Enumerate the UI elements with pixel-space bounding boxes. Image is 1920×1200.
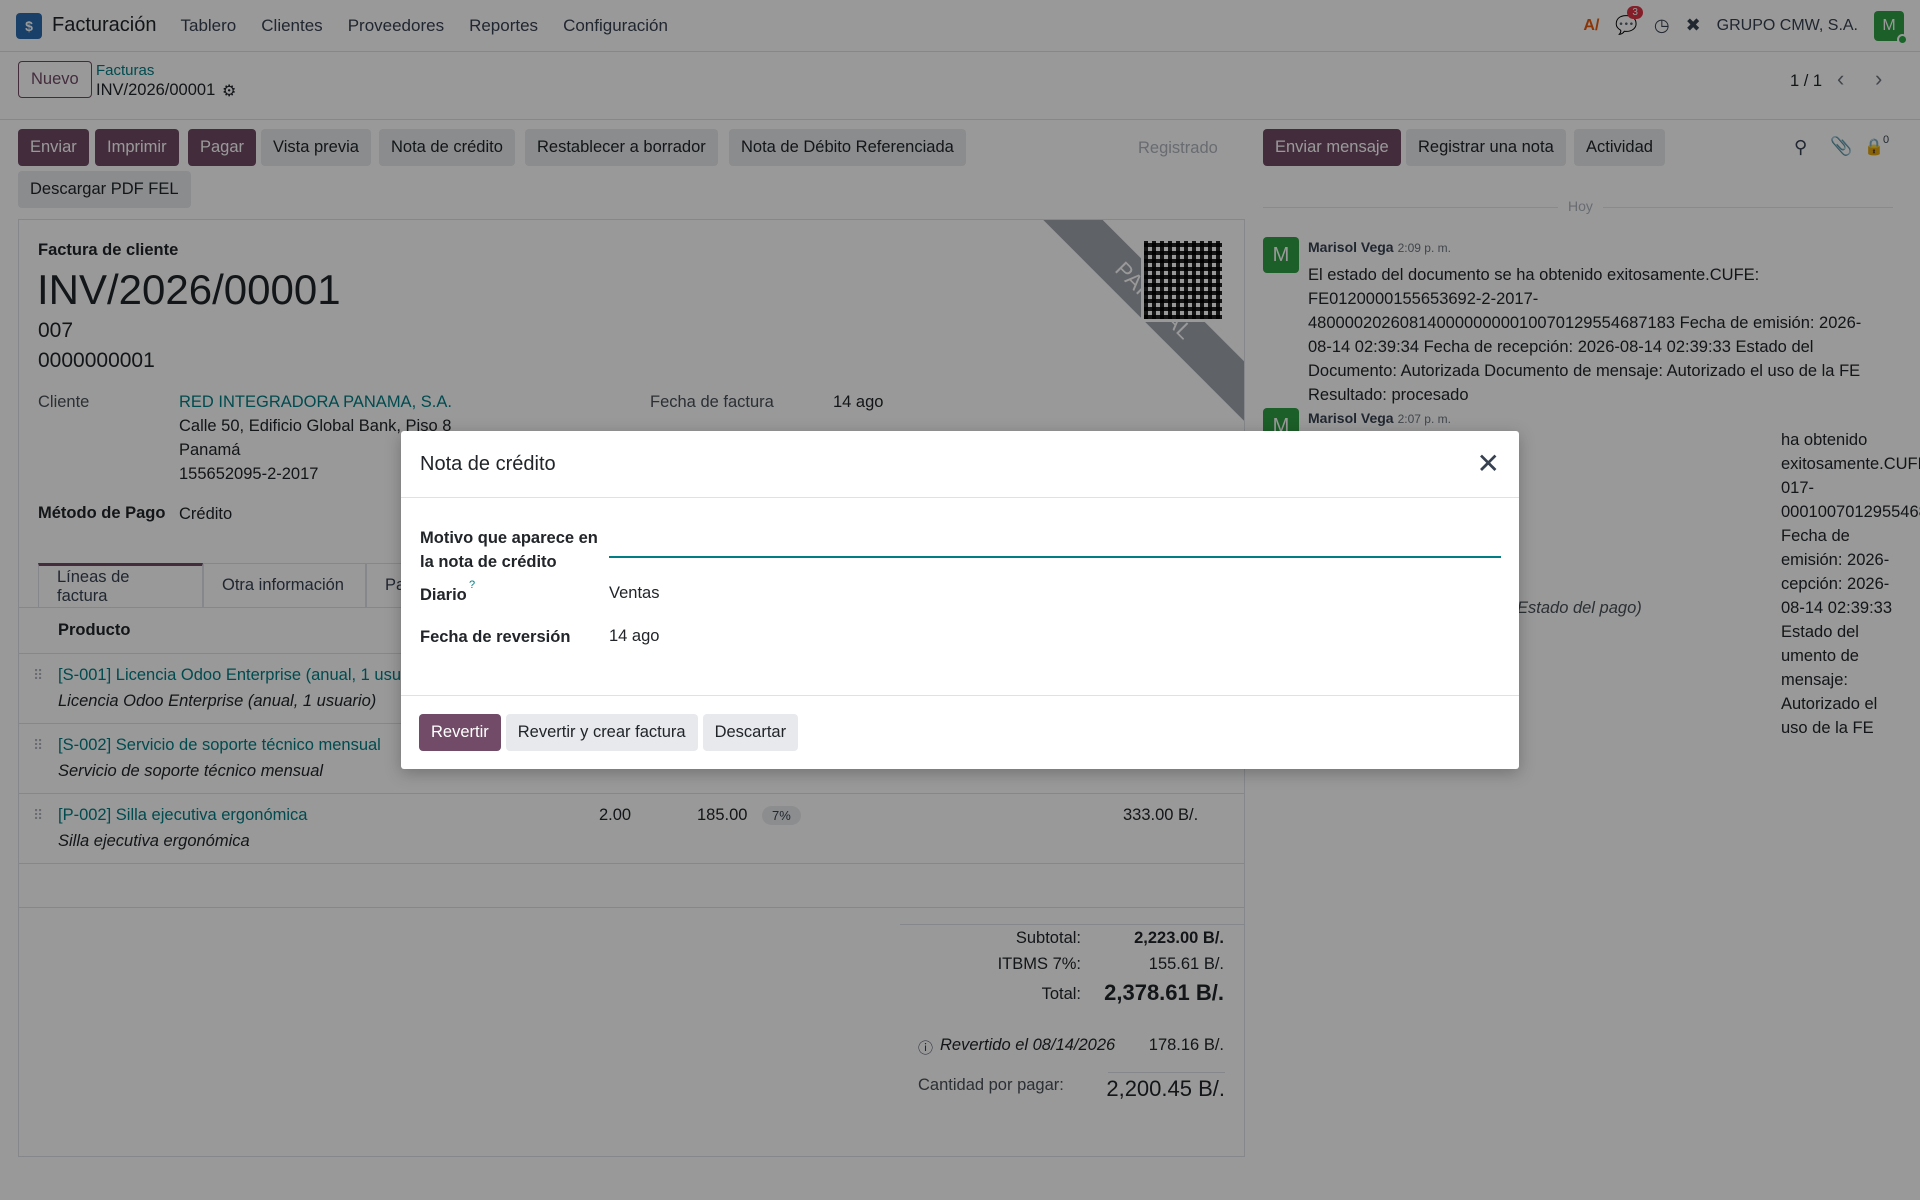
reversal-date-label: Fecha de reversión	[420, 628, 571, 646]
reason-label: Motivo que aparece en la nota de crédito	[420, 529, 598, 571]
journal-label: Diario	[420, 586, 467, 604]
help-icon[interactable]: ?	[469, 579, 475, 591]
reason-input[interactable]	[609, 528, 1501, 558]
reverse-button[interactable]: Revertir	[419, 714, 501, 751]
credit-note-dialog: Nota de crédito ✕ Motivo que aparece en …	[401, 431, 1519, 769]
close-icon[interactable]: ✕	[1477, 450, 1500, 478]
dialog-header: Nota de crédito ✕	[401, 431, 1519, 498]
journal-value[interactable]: Ventas	[609, 584, 659, 603]
reverse-and-create-button[interactable]: Revertir y crear factura	[505, 714, 698, 751]
reversal-date-value[interactable]: 14 ago	[609, 627, 659, 646]
discard-button[interactable]: Descartar	[702, 714, 799, 751]
dialog-footer: Revertir Revertir y crear factura Descar…	[401, 695, 1519, 769]
dialog-title: Nota de crédito	[420, 452, 556, 475]
